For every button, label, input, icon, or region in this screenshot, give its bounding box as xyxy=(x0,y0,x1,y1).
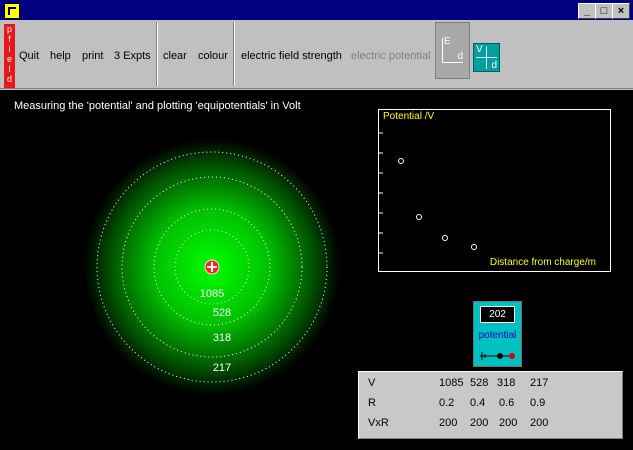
table-row: V 1085 528 318 217 xyxy=(359,377,622,397)
print-button[interactable]: print xyxy=(82,50,103,62)
voltmeter-label: potential xyxy=(478,330,517,341)
table-cell: 318 xyxy=(497,377,516,389)
table-cell: 0.9 xyxy=(530,397,546,409)
table-cell: 200 xyxy=(530,417,549,429)
toolbar-divider xyxy=(233,22,235,86)
equipotential-label: 528 xyxy=(213,307,231,319)
graph-icon: E d xyxy=(442,36,463,63)
maximize-button[interactable]: □ xyxy=(595,3,613,19)
potential-distance-graph: Potential /V Distance from charge/m xyxy=(378,109,611,272)
table-row: R 0.2 0.4 0.6 0.9 xyxy=(359,397,622,417)
table-cell: 200 xyxy=(439,417,458,429)
row-label: V xyxy=(368,377,376,389)
probe-terminals-icon xyxy=(480,352,515,360)
table-cell: 200 xyxy=(470,417,489,429)
table-cell: 0.6 xyxy=(499,397,515,409)
results-table: V 1085 528 318 217 R 0.2 0.4 0.6 0.9 VxR… xyxy=(358,371,623,439)
table-cell: 217 xyxy=(530,377,549,389)
colour-button[interactable]: colour xyxy=(198,50,228,62)
app-tag: p f i e l d xyxy=(4,24,15,88)
v-vs-d-graph-button[interactable]: V d xyxy=(473,43,500,72)
table-cell: 1085 xyxy=(439,377,464,389)
table-cell: 528 xyxy=(470,377,489,389)
data-point xyxy=(471,244,477,250)
title-bar: _ □ × xyxy=(0,0,633,20)
minimize-button[interactable]: _ xyxy=(578,3,596,19)
graph-x-label: Distance from charge/m xyxy=(489,257,596,268)
voltmeter-display: 202 xyxy=(480,306,515,323)
data-point xyxy=(398,158,404,164)
app-icon[interactable] xyxy=(4,3,20,19)
voltmeter-probe[interactable]: 202 potential xyxy=(473,301,522,367)
toolbar-divider xyxy=(156,22,158,86)
simulation-canvas[interactable]: Measuring the 'potential' and plotting '… xyxy=(0,90,633,450)
e-vs-d-graph-button[interactable]: E d xyxy=(435,22,470,79)
graph-area xyxy=(379,132,477,254)
experiments-button[interactable]: 3 Expts xyxy=(114,50,151,62)
table-cell: 0.4 xyxy=(470,397,486,409)
toolbar: p f i e l d Quit help print 3 Expts clea… xyxy=(0,20,633,89)
data-point xyxy=(416,214,422,220)
table-cell: 0.2 xyxy=(439,397,455,409)
equipotential-label: 1085 xyxy=(200,288,224,300)
electric-field-strength-button[interactable]: electric field strength xyxy=(241,50,342,62)
clear-button[interactable]: clear xyxy=(163,50,187,62)
positive-charge-icon[interactable] xyxy=(204,259,220,275)
row-label: VxR xyxy=(368,417,389,429)
quit-button[interactable]: Quit xyxy=(19,50,39,62)
y-axis-ticks xyxy=(379,132,383,254)
help-button[interactable]: help xyxy=(50,50,71,62)
equipotential-label: 318 xyxy=(213,332,231,344)
table-cell: 200 xyxy=(499,417,518,429)
close-button[interactable]: × xyxy=(612,3,630,19)
table-row: VxR 200 200 200 200 xyxy=(359,417,622,437)
row-label: R xyxy=(368,397,376,409)
data-point xyxy=(442,235,448,241)
equipotential-label: 217 xyxy=(213,362,231,374)
electric-potential-button[interactable]: electric potential xyxy=(351,50,431,62)
